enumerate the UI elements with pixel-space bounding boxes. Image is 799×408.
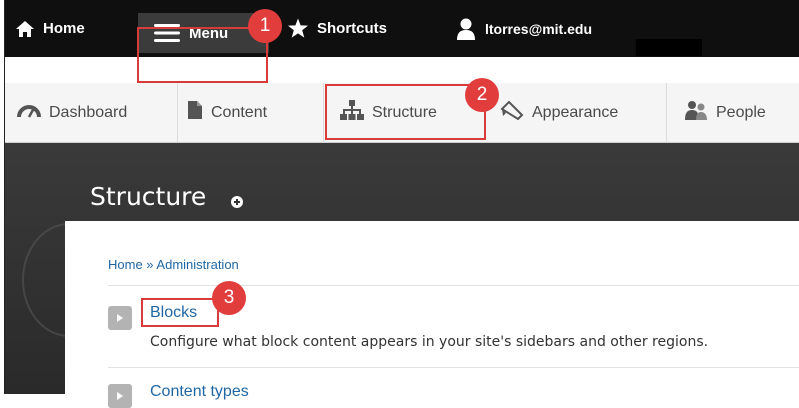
paintbrush-icon bbox=[500, 100, 532, 125]
expand-arrow-icon[interactable] bbox=[108, 306, 132, 330]
step-badge-2: 2 bbox=[465, 78, 499, 112]
highlight-blocks bbox=[141, 298, 219, 327]
divider bbox=[108, 285, 799, 286]
toolbar-shortcuts[interactable]: Shortcuts bbox=[287, 0, 387, 57]
dashboard-icon bbox=[17, 102, 49, 123]
toolbar-home[interactable]: Home bbox=[15, 0, 85, 57]
star-icon bbox=[287, 18, 317, 39]
highlight-menu bbox=[137, 27, 268, 83]
document-icon bbox=[187, 100, 211, 125]
tray-separator bbox=[323, 83, 324, 142]
step-badge-3: 3 bbox=[212, 281, 246, 315]
redaction-bar bbox=[636, 39, 702, 56]
tray-item-appearance[interactable]: Appearance bbox=[500, 83, 618, 142]
blocks-description: Configure what block content appears in … bbox=[150, 334, 709, 350]
people-icon bbox=[684, 100, 716, 125]
tray-separator bbox=[177, 83, 178, 142]
tray-label-appearance: Appearance bbox=[532, 103, 619, 121]
tray-label-content: Content bbox=[211, 103, 268, 121]
page-title: Structure bbox=[90, 182, 207, 211]
tray-separator bbox=[666, 83, 667, 142]
tray-item-dashboard[interactable]: Dashboard bbox=[17, 83, 127, 142]
add-shortcut-icon[interactable] bbox=[231, 196, 243, 208]
tray-label-dashboard: Dashboard bbox=[49, 103, 128, 121]
breadcrumb[interactable]: Home » Administration bbox=[108, 257, 239, 272]
toolbar-user[interactable]: ltorres@mit.edu bbox=[457, 0, 592, 57]
tray-label-people: People bbox=[716, 103, 766, 121]
user-email: ltorres@mit.edu bbox=[485, 20, 593, 37]
expand-arrow-icon[interactable] bbox=[108, 384, 132, 408]
content-types-link[interactable]: Content types bbox=[150, 383, 249, 401]
divider bbox=[108, 367, 799, 368]
tray-item-people[interactable]: People bbox=[684, 83, 766, 142]
highlight-structure bbox=[325, 84, 486, 140]
home-label: Home bbox=[43, 20, 85, 37]
step-badge-1: 1 bbox=[248, 9, 282, 43]
home-icon bbox=[15, 20, 43, 38]
tray-item-content[interactable]: Content bbox=[187, 83, 267, 142]
user-icon bbox=[457, 18, 485, 40]
shortcuts-label: Shortcuts bbox=[317, 20, 388, 37]
